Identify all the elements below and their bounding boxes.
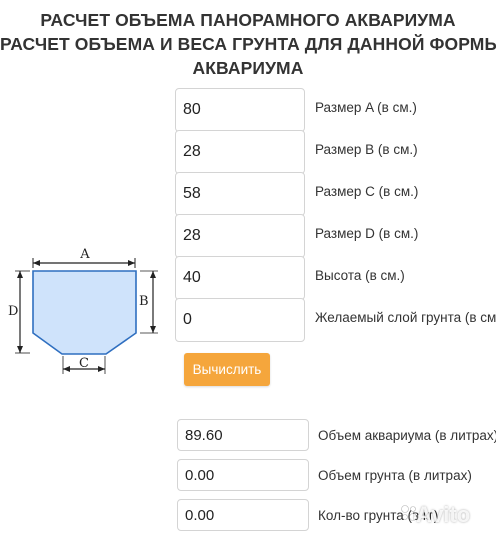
size-a-label: Размер A (в см.) [315, 100, 417, 115]
size-d-label: Размер D (в см.) [315, 226, 419, 241]
size-d-input[interactable] [175, 214, 305, 258]
size-b-input[interactable] [175, 130, 305, 174]
diagram-label-d: D [8, 304, 18, 319]
aquarium-volume-output[interactable] [177, 419, 309, 451]
size-b-label: Размер B (в см.) [315, 142, 418, 157]
avito-logo-icon [401, 505, 417, 521]
size-a-input[interactable] [175, 88, 305, 132]
soil-weight-output[interactable] [177, 499, 309, 531]
avito-watermark: Avito [401, 502, 471, 528]
height-input[interactable] [175, 256, 305, 300]
aquarium-shape [32, 270, 137, 355]
size-c-input[interactable] [175, 172, 305, 216]
aquarium-shape-diagram: A D B C [8, 247, 158, 374]
soil-layer-input[interactable] [175, 298, 305, 342]
size-c-label: Размер C (в см.) [315, 184, 419, 199]
aquarium-volume-label: Объем аквариума (в литрах) [318, 428, 496, 443]
title-line-3: АКВАРИУМА [192, 58, 304, 78]
page-title: РАСЧЕТ ОБЪЕМА ПАНОРАМНОГО АКВАРИУМА РАСЧ… [0, 8, 496, 80]
diagram-label-a: A [79, 247, 90, 262]
soil-volume-label: Объем грунта (в литрах) [318, 468, 472, 483]
watermark-text: Avito [416, 502, 471, 527]
title-line-1: РАСЧЕТ ОБЪЕМА ПАНОРАМНОГО АКВАРИУМА [40, 10, 456, 30]
diagram-label-b: B [139, 294, 149, 309]
calculate-button[interactable]: Вычислить [184, 353, 270, 386]
soil-volume-output[interactable] [177, 459, 309, 491]
soil-layer-label: Желаемый слой грунта (в см.) [315, 310, 496, 325]
height-label: Высота (в см.) [315, 268, 405, 283]
diagram-label-c: C [79, 356, 89, 371]
title-line-2: РАСЧЕТ ОБЪЕМА И ВЕСА ГРУНТА ДЛЯ ДАННОЙ Ф… [0, 34, 496, 54]
